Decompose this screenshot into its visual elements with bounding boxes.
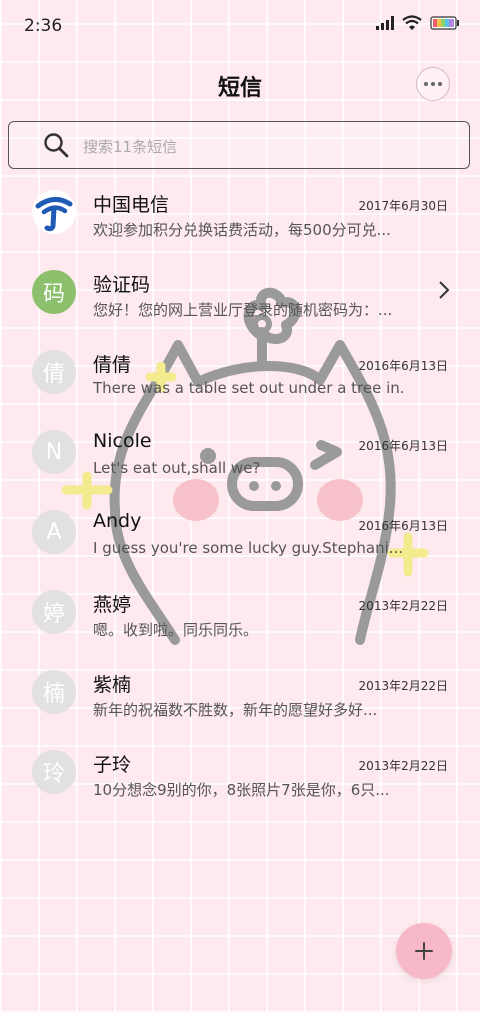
contact-name: 燕婷 <box>93 594 132 616</box>
more-icon-dot <box>438 82 442 86</box>
avatar: N <box>32 430 76 474</box>
message-preview: I guess you're some lucky guy.Stephani..… <box>93 539 403 557</box>
conversation-row[interactable]: 婷 燕婷 2013年2月22日 嗯。收到啦。同乐同乐。 <box>0 572 480 652</box>
status-icons <box>376 15 460 30</box>
page-title: 短信 <box>217 76 262 101</box>
conversation-row[interactable]: 玲 子玲 2013年2月22日 10分想念9别的你，8张照片7张是你，6只... <box>0 732 480 812</box>
contact-name: 中国电信 <box>93 194 170 216</box>
more-options-button[interactable] <box>416 67 450 101</box>
header: 短信 <box>0 60 480 110</box>
message-date: 2017年6月30日 <box>358 199 448 213</box>
contact-name: Nicole <box>93 430 152 452</box>
message-preview: 欢迎参加积分兑换话费活动，每500分可兑... <box>93 221 391 239</box>
message-preview: Let's eat out,shall we? <box>93 459 261 477</box>
plus-icon <box>415 942 433 960</box>
message-preview: There was a table set out under a tree i… <box>93 379 403 397</box>
conversation-row[interactable]: 码 验证码 您好！您的网上营业厅登录的随机密码为：... <box>0 252 480 332</box>
avatar: 婷 <box>32 590 76 634</box>
contact-name: Andy <box>93 510 142 532</box>
search-icon <box>44 133 69 158</box>
signal-icon <box>376 15 394 30</box>
message-date: 2013年2月22日 <box>358 759 448 773</box>
search-placeholder: 搜索11条短信 <box>83 138 178 156</box>
message-date: 2016年6月13日 <box>358 439 448 453</box>
wifi-icon <box>402 15 422 30</box>
status-time: 2:36 <box>24 16 63 36</box>
avatar: 倩 <box>32 350 76 394</box>
more-icon-dot <box>431 82 435 86</box>
avatar: 码 <box>32 270 76 314</box>
status-bar: 2:36 <box>0 0 480 52</box>
message-preview: 新年的祝福数不胜数，新年的愿望好多好... <box>93 701 378 719</box>
chevron-right-icon[interactable] <box>438 280 450 300</box>
contact-name: 紫楠 <box>93 674 132 696</box>
new-message-button[interactable] <box>396 923 452 979</box>
message-date: 2016年6月13日 <box>358 359 448 373</box>
conversation-row[interactable]: 倩 倩倩 2016年6月13日 There was a table set ou… <box>0 332 480 412</box>
avatar <box>32 190 76 234</box>
contact-name: 子玲 <box>93 754 132 776</box>
avatar: 玲 <box>32 750 76 794</box>
search-input[interactable]: 搜索11条短信 <box>8 121 470 169</box>
message-preview: 10分想念9别的你，8张照片7张是你，6只... <box>93 781 390 799</box>
message-date: 2013年2月22日 <box>358 599 448 613</box>
conversation-row[interactable]: 中国电信 2017年6月30日 欢迎参加积分兑换话费活动，每500分可兑... <box>0 172 480 252</box>
china-telecom-logo-icon <box>33 191 75 233</box>
conversation-row[interactable]: A Andy 2016年6月13日 I guess you're some lu… <box>0 492 480 572</box>
message-date: 2016年6月13日 <box>358 519 448 533</box>
contact-name: 倩倩 <box>93 354 132 376</box>
conversation-row[interactable]: N Nicole 2016年6月13日 Let's eat out,shall … <box>0 412 480 492</box>
message-preview: 嗯。收到啦。同乐同乐。 <box>93 621 259 639</box>
conversation-row[interactable]: 楠 紫楠 2013年2月22日 新年的祝福数不胜数，新年的愿望好多好... <box>0 652 480 732</box>
more-icon <box>424 82 428 86</box>
message-preview: 您好！您的网上营业厅登录的随机密码为：... <box>93 301 393 319</box>
message-date: 2013年2月22日 <box>358 679 448 693</box>
battery-icon <box>430 15 459 30</box>
avatar: A <box>32 510 76 554</box>
avatar: 楠 <box>32 670 76 714</box>
contact-name: 验证码 <box>93 274 151 296</box>
